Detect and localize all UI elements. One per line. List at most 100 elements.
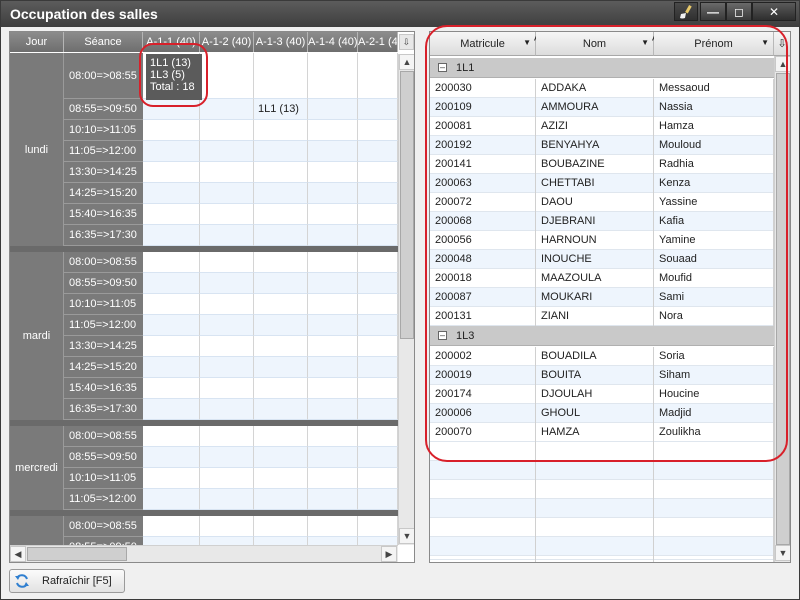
- occupation-cell[interactable]: [358, 162, 398, 183]
- occupation-cell[interactable]: [143, 273, 200, 294]
- occupation-cell[interactable]: [254, 225, 308, 246]
- occupation-cell[interactable]: [358, 53, 398, 99]
- occupation-cell[interactable]: [254, 447, 308, 468]
- column-header[interactable]: A-2-1 (4: [358, 32, 398, 52]
- student-row[interactable]: 200056 HARNOUN Yamine: [430, 231, 774, 250]
- occupation-cell[interactable]: [254, 378, 308, 399]
- occupation-cell[interactable]: [254, 489, 308, 510]
- scroll-right-button[interactable]: ▶: [381, 546, 397, 562]
- occupation-cell[interactable]: [143, 99, 200, 120]
- group-row[interactable]: –1L3: [430, 326, 774, 346]
- occupation-cell[interactable]: [308, 489, 358, 510]
- student-row[interactable]: 200087 MOUKARI Sami: [430, 288, 774, 307]
- occupation-cell[interactable]: [143, 294, 200, 315]
- occupation-cell[interactable]: [254, 162, 308, 183]
- occupation-cell[interactable]: [254, 141, 308, 162]
- occupation-cell[interactable]: [254, 120, 308, 141]
- occupation-cell[interactable]: [200, 273, 254, 294]
- occupation-cell[interactable]: [308, 336, 358, 357]
- occupation-cell[interactable]: [200, 252, 254, 273]
- occupation-cell[interactable]: [143, 378, 200, 399]
- h-scroll-thumb[interactable]: [27, 547, 127, 561]
- occupation-cell[interactable]: [200, 489, 254, 510]
- occupation-cell[interactable]: [254, 357, 308, 378]
- occupation-cell[interactable]: [200, 468, 254, 489]
- scroll-thumb[interactable]: [400, 71, 414, 339]
- student-row[interactable]: 200030 ADDAKA Messaoud: [430, 79, 774, 98]
- occupation-cell[interactable]: [358, 447, 398, 468]
- occupation-cell[interactable]: [143, 468, 200, 489]
- filter-funnel-icon[interactable]: ▼: [523, 38, 531, 48]
- occupation-cell[interactable]: [254, 204, 308, 225]
- occupation-cell[interactable]: [358, 315, 398, 336]
- student-row[interactable]: 200141 BOUBAZINE Radhia: [430, 155, 774, 174]
- scroll-left-button[interactable]: ◀: [10, 546, 26, 562]
- student-row[interactable]: 200192 BENYAHYA Mouloud: [430, 136, 774, 155]
- occupation-cell[interactable]: [254, 315, 308, 336]
- occupation-cell[interactable]: [308, 426, 358, 447]
- collapse-icon[interactable]: –: [438, 63, 447, 72]
- occupation-cell[interactable]: [143, 336, 200, 357]
- left-horizontal-scrollbar[interactable]: ◀ ▶: [10, 545, 398, 562]
- occupation-cell[interactable]: [200, 426, 254, 447]
- occupation-cell[interactable]: [308, 204, 358, 225]
- student-row[interactable]: 200072 DAOU Yassine: [430, 193, 774, 212]
- occupation-cell[interactable]: [200, 141, 254, 162]
- column-header[interactable]: Prénom ▼: [654, 32, 774, 56]
- occupation-cell[interactable]: [358, 336, 398, 357]
- occupation-cell[interactable]: [308, 294, 358, 315]
- occupation-cell[interactable]: [143, 516, 200, 537]
- occupation-cell[interactable]: [358, 399, 398, 420]
- student-row[interactable]: 200006 GHOUL Madjid: [430, 404, 774, 423]
- filter-funnel-icon[interactable]: ▼: [641, 38, 649, 48]
- occupation-cell[interactable]: [358, 273, 398, 294]
- occupation-cell[interactable]: [200, 447, 254, 468]
- title-bar[interactable]: Occupation des salles — ◻ ✕: [1, 1, 799, 27]
- occupation-cell[interactable]: [308, 357, 358, 378]
- occupation-cell[interactable]: [143, 315, 200, 336]
- occupation-cell[interactable]: [358, 468, 398, 489]
- room-occupation-grid[interactable]: Jour Séance A-1-1 (40) A-1-2 (40) A-1-3 (40)…: [9, 31, 415, 563]
- occupation-cell[interactable]: [358, 378, 398, 399]
- occupation-cell[interactable]: [143, 204, 200, 225]
- occupation-cell[interactable]: [143, 183, 200, 204]
- occupation-cell[interactable]: [200, 294, 254, 315]
- occupation-cell[interactable]: [308, 183, 358, 204]
- occupation-cell[interactable]: [254, 53, 308, 99]
- occupation-cell[interactable]: [200, 315, 254, 336]
- scroll-up-button[interactable]: ▲: [399, 54, 414, 70]
- occupation-cell[interactable]: [308, 273, 358, 294]
- left-vertical-scrollbar[interactable]: ▲ ▼: [398, 54, 414, 545]
- occupation-cell[interactable]: [200, 120, 254, 141]
- student-row[interactable]: 200019 BOUITA Siham: [430, 366, 774, 385]
- occupation-cell[interactable]: [358, 516, 398, 537]
- occupation-cell[interactable]: [254, 516, 308, 537]
- scroll-down-button[interactable]: ▼: [399, 528, 414, 544]
- occupation-cell[interactable]: [143, 426, 200, 447]
- occupation-cell[interactable]: [358, 294, 398, 315]
- occupation-cell[interactable]: [254, 252, 308, 273]
- student-row[interactable]: 200131 ZIANI Nora: [430, 307, 774, 326]
- occupation-cell[interactable]: [308, 141, 358, 162]
- occupation-cell[interactable]: [308, 225, 358, 246]
- occupation-cell[interactable]: [143, 489, 200, 510]
- occupation-cell[interactable]: [358, 252, 398, 273]
- selected-occupation-cell[interactable]: 1L1 (13) 1L3 (5) Total : 18: [146, 54, 202, 100]
- column-header[interactable]: Matricule▼˄: [430, 32, 541, 56]
- minimize-button[interactable]: —: [700, 2, 726, 21]
- occupation-cell[interactable]: [200, 162, 254, 183]
- occupation-cell[interactable]: [143, 225, 200, 246]
- occupation-cell[interactable]: [143, 447, 200, 468]
- scroll-thumb[interactable]: [776, 73, 790, 545]
- occupation-cell[interactable]: [358, 120, 398, 141]
- student-row[interactable]: 200070 HAMZA Zoulikha: [430, 423, 774, 442]
- occupation-cell[interactable]: [254, 273, 308, 294]
- student-row[interactable]: 200018 MAAZOULA Moufid: [430, 269, 774, 288]
- occupation-cell[interactable]: [200, 183, 254, 204]
- student-list-grid[interactable]: Matricule▼˄Nom▼˄Prénom▼⇩ –1L1200030ADDAK…: [429, 31, 791, 563]
- occupation-cell[interactable]: [200, 336, 254, 357]
- occupation-cell[interactable]: [200, 399, 254, 420]
- occupation-cell[interactable]: [254, 468, 308, 489]
- column-header[interactable]: A-1-2 (40): [200, 32, 254, 52]
- student-row[interactable]: 200068 DJEBRANI Kafia: [430, 212, 774, 231]
